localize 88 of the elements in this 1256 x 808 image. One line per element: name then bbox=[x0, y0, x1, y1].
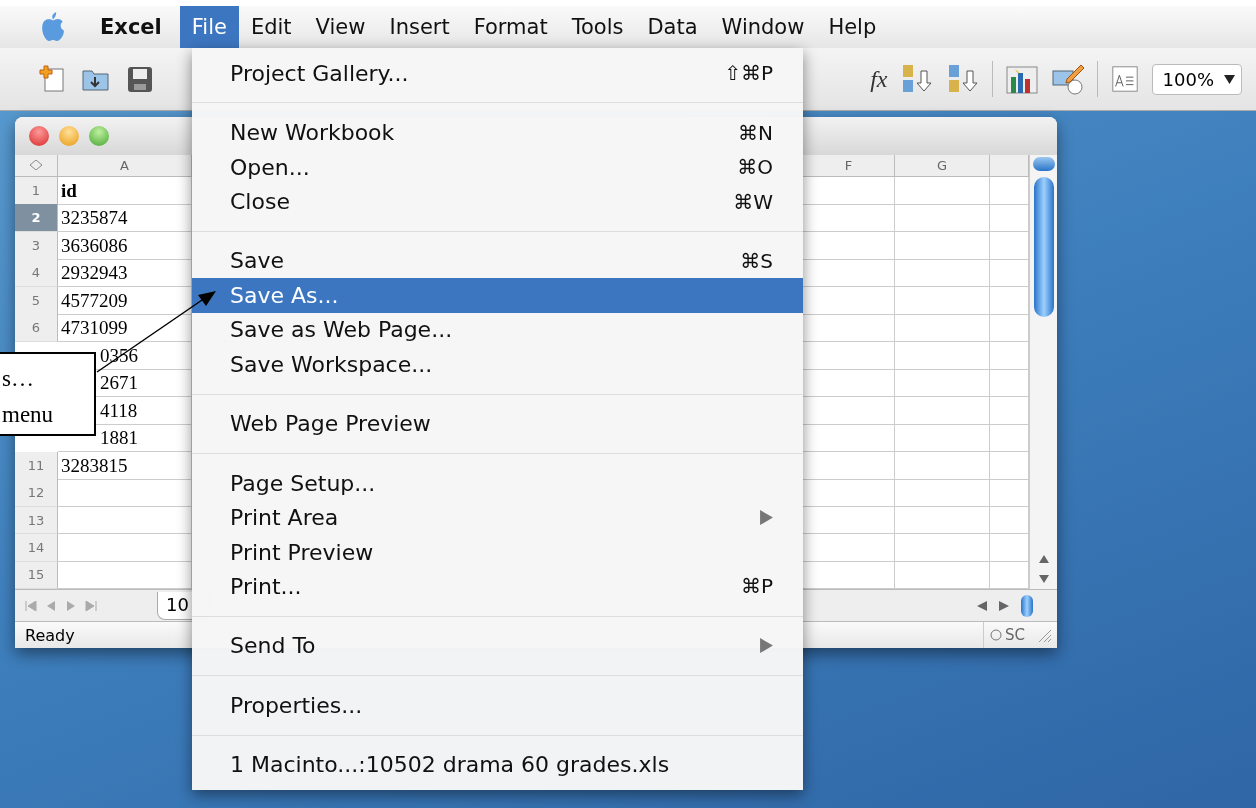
select-all-icon[interactable] bbox=[30, 160, 42, 171]
scroll-right-icon[interactable] bbox=[999, 600, 1009, 611]
column-header[interactable]: G bbox=[895, 155, 990, 177]
menu-item[interactable]: Print Preview bbox=[192, 534, 803, 570]
menu-item-label: Close bbox=[230, 189, 291, 215]
menu-item-label: Open... bbox=[230, 154, 311, 180]
menu-item-label: Project Gallery... bbox=[230, 60, 410, 86]
row-header[interactable]: 4 bbox=[15, 259, 58, 288]
row-header[interactable]: 6 bbox=[15, 314, 58, 343]
menu-item-label: Send To bbox=[230, 633, 317, 659]
scroll-thumb[interactable] bbox=[1033, 177, 1054, 317]
menu-bar-item[interactable]: File bbox=[179, 6, 239, 48]
menu-bar-item[interactable]: Data bbox=[635, 6, 710, 48]
scroll-down-icon[interactable] bbox=[1038, 575, 1049, 583]
column-header[interactable]: A bbox=[58, 155, 192, 177]
shortcut-text: ⌘W bbox=[733, 189, 773, 214]
zoom-button[interactable] bbox=[89, 126, 109, 146]
menu-item[interactable]: Close ⌘W bbox=[192, 184, 803, 219]
scroll-up-icon[interactable] bbox=[1038, 555, 1049, 563]
shortcut-text: ⌘N bbox=[738, 120, 773, 145]
row-header[interactable]: 3 bbox=[15, 231, 58, 260]
menu-bar-item[interactable]: Format bbox=[461, 6, 560, 48]
apple-icon[interactable] bbox=[40, 12, 66, 42]
row-header[interactable]: 13 bbox=[15, 506, 58, 535]
status-mode: SC bbox=[1005, 626, 1025, 644]
menu-bar-item[interactable]: View bbox=[303, 6, 378, 48]
row-header[interactable]: 11 bbox=[15, 451, 58, 480]
menu-bar-item[interactable]: Excel bbox=[88, 6, 174, 48]
row-header[interactable]: 14 bbox=[15, 534, 58, 562]
formula-button[interactable]: fx bbox=[870, 65, 888, 93]
dropdown-caret-icon bbox=[1224, 73, 1235, 85]
menu-item[interactable]: Project Gallery... ⇧⌘P bbox=[192, 56, 803, 91]
row-header[interactable]: 5 bbox=[15, 286, 58, 315]
shortcut-text: ⇧⌘P bbox=[724, 61, 773, 86]
zoom-dropdown[interactable]: 100% bbox=[1151, 63, 1242, 95]
next-sheet-icon[interactable] bbox=[65, 600, 77, 611]
menu-item[interactable]: Open... ⌘O bbox=[192, 149, 803, 185]
close-button[interactable] bbox=[29, 126, 49, 146]
split-handle[interactable] bbox=[1032, 157, 1055, 171]
menu-item-label: Save Workspace... bbox=[230, 351, 434, 377]
menu-item[interactable]: Page Setup... bbox=[192, 465, 803, 501]
menu-item[interactable]: 1 Macinto...:10502 drama 60 grades.xls bbox=[192, 747, 803, 782]
menu-item[interactable]: Properties... bbox=[192, 688, 803, 723]
shortcut-text: ⌘S bbox=[740, 248, 773, 273]
menu-item-label: 1 Macinto...:10502 drama 60 grades.xls bbox=[230, 752, 671, 778]
chart-icon[interactable] bbox=[1004, 63, 1039, 95]
menu-item-label: Page Setup... bbox=[230, 470, 377, 496]
menu-bar-item[interactable]: Insert bbox=[377, 6, 462, 48]
split-handle[interactable] bbox=[1021, 594, 1033, 617]
menu-item[interactable]: Web Page Preview bbox=[192, 406, 803, 441]
row-header[interactable]: 12 bbox=[15, 479, 58, 507]
menu-item-label: Properties... bbox=[230, 692, 364, 718]
resize-grip-icon[interactable] bbox=[1037, 628, 1051, 642]
menu-item-label: Print... bbox=[230, 573, 303, 599]
menu-item-label: Print Area bbox=[230, 505, 340, 531]
callout-text: menu bbox=[2, 402, 55, 428]
text-box-icon[interactable] bbox=[1109, 63, 1140, 95]
menu-item-label: Save as Web Page... bbox=[230, 317, 454, 343]
first-sheet-icon[interactable] bbox=[25, 600, 37, 611]
drawing-pencil-icon[interactable] bbox=[1050, 63, 1085, 95]
menu-item-label: Web Page Preview bbox=[230, 411, 432, 437]
submenu-arrow-icon bbox=[760, 510, 773, 526]
callout-text: s… bbox=[2, 366, 35, 392]
menu-item-label: Print Preview bbox=[230, 539, 375, 565]
last-sheet-icon[interactable] bbox=[85, 600, 97, 611]
menu-item[interactable]: Save As... bbox=[192, 278, 803, 313]
menu-item[interactable]: Save ⌘S bbox=[192, 243, 803, 279]
submenu-arrow-icon bbox=[760, 638, 773, 654]
circle-icon bbox=[990, 629, 1002, 641]
shortcut-text: ⌘O bbox=[737, 155, 773, 180]
shortcut-text: ⌘P bbox=[740, 574, 773, 599]
menu-item[interactable]: Save Workspace... bbox=[192, 347, 803, 382]
previous-sheet-icon[interactable] bbox=[45, 600, 57, 611]
menu-item-label: Save As... bbox=[230, 282, 340, 308]
menu-item-label: Save bbox=[230, 248, 285, 274]
menu-item[interactable]: Send To bbox=[192, 628, 803, 664]
menu-item-label: New Workbook bbox=[230, 120, 396, 146]
menu-item[interactable]: New Workbook ⌘N bbox=[192, 115, 803, 150]
menu-bar-item[interactable]: Window bbox=[709, 6, 817, 48]
menu-item[interactable]: Print Area bbox=[192, 500, 803, 535]
row-header[interactable]: 1 bbox=[15, 176, 58, 205]
menu-bar-item[interactable]: Edit bbox=[238, 6, 304, 48]
menu-bar-item[interactable]: Tools bbox=[559, 6, 636, 48]
menu-item[interactable]: Save as Web Page... bbox=[192, 312, 803, 348]
column-header[interactable]: F bbox=[803, 155, 895, 177]
scroll-left-icon[interactable] bbox=[977, 600, 987, 611]
menu-bar-item[interactable]: Help bbox=[816, 6, 889, 48]
row-header[interactable]: 15 bbox=[15, 561, 58, 589]
